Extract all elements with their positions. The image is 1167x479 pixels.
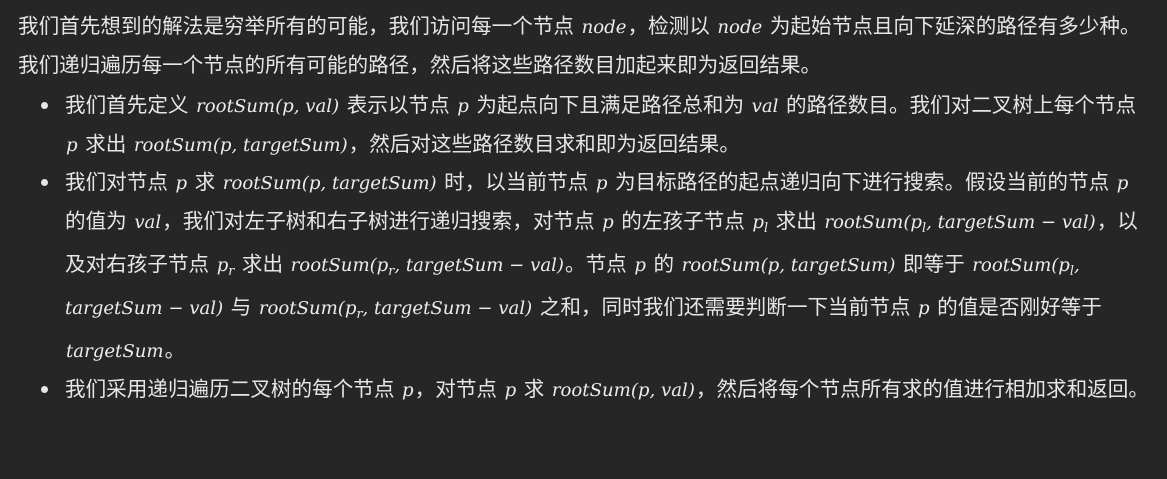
bullet-text: 之和，同时我们还需要判断一下当前节点 xyxy=(533,295,917,320)
math-expression: rootSum(p, targetSum) xyxy=(133,134,348,156)
math-part: , targetSum − val) xyxy=(362,298,533,320)
math-expression-right: rootSum(pr, targetSum − val) xyxy=(290,254,565,278)
bullet-text: 时，以当前节点 xyxy=(437,170,595,194)
math-part: , targetSum − val) xyxy=(926,211,1096,233)
bullet-item-recursive-search: 我们对节点 p 求 rootSum(p, targetSum) 时，以当前节点 … xyxy=(41,164,1149,371)
math-base: p xyxy=(752,211,765,233)
bullet-text: 我们首先定义 xyxy=(65,93,196,117)
bullet-text: 的路径数目。我们对二叉树上每个节点 xyxy=(779,93,1137,117)
math-part: rootSum(p xyxy=(824,211,922,233)
bullet-text: 求出 xyxy=(78,131,133,156)
math-subscript: l xyxy=(764,219,769,235)
math-variable: p xyxy=(504,379,517,401)
bullet-text: 即等于 xyxy=(896,251,972,276)
math-part: rootSum(p xyxy=(258,298,357,320)
bullet-text: ，然后将每个节点所有求的值进行相加求和返回。 xyxy=(695,376,1149,401)
bullet-text: 我们对节点 xyxy=(65,170,175,194)
math-variable-pl: pl xyxy=(751,211,769,235)
bullet-text: 。节点 xyxy=(565,251,634,276)
math-expression-right: rootSum(pr, targetSum − val) xyxy=(258,298,533,321)
math-expression: targetSum xyxy=(66,341,164,363)
math-variable: val xyxy=(134,211,162,233)
math-expression: rootSum(p, targetSum) xyxy=(222,173,437,194)
bullet-text: 为目标路径的起点递归向下进行搜索。假设当前的节点 xyxy=(608,170,1116,194)
math-part: rootSum(p xyxy=(972,254,1070,276)
bullet-dot-icon xyxy=(41,385,48,393)
bullet-text: 的值是否刚好等于 xyxy=(930,295,1102,320)
math-part: , targetSum − val) xyxy=(394,254,564,276)
bullet-text: 求 xyxy=(517,376,551,401)
bullet-text: ，我们对左子树和右子树进行递归搜索，对节点 xyxy=(162,208,602,233)
bullet-item-traverse-tree: 我们采用递归遍历二叉树的每个节点 p，对节点 p 求 rootSum(p, va… xyxy=(41,371,1149,410)
bullet-text: 我们采用递归遍历二叉树的每个节点 xyxy=(65,376,402,401)
math-expression-left: rootSum(pl, targetSum − val) xyxy=(823,211,1096,235)
intro-text: ，检测以 xyxy=(627,14,717,38)
math-variable: p xyxy=(595,173,608,194)
bullet-text: ，然后对这些路径数目求和即为返回结果。 xyxy=(348,131,740,156)
bullet-text: 的 xyxy=(646,251,681,276)
bullet-dot-icon xyxy=(41,179,48,186)
bullet-text: ，对节点 xyxy=(414,376,504,401)
math-variable: p xyxy=(634,254,646,276)
solution-explanation: 我们首先想到的解法是穷举所有的可能，我们访问每一个节点 node，检测以 nod… xyxy=(0,0,1167,479)
math-expression: rootSum(p, targetSum) xyxy=(681,254,896,276)
math-part: rootSum(p xyxy=(290,254,389,276)
bullet-text: 求 xyxy=(188,170,222,194)
bullet-text: 。 xyxy=(164,338,186,363)
math-base: p xyxy=(216,254,229,276)
math-expression: rootSum(p, val) xyxy=(551,379,695,401)
intro-text: 我们首先想到的解法是穷举所有的可能，我们访问每一个节点 xyxy=(18,14,581,38)
bullet-dot-icon xyxy=(41,102,48,109)
intro-paragraph: 我们首先想到的解法是穷举所有的可能，我们访问每一个节点 node，检测以 nod… xyxy=(18,8,1149,84)
math-node: node xyxy=(717,17,763,38)
bullet-text: 表示以节点 xyxy=(340,93,457,117)
bullet-text: 求出 xyxy=(769,208,824,233)
bullet-text: 求出 xyxy=(235,251,290,276)
math-node: node xyxy=(581,17,627,38)
math-subscript: r xyxy=(228,262,235,278)
math-variable: p xyxy=(402,379,414,401)
bullet-list: 我们首先定义 rootSum(p, val) 表示以节点 p 为起点向下且满足路… xyxy=(18,87,1149,409)
bullet-item-define-rootsum: 我们首先定义 rootSum(p, val) 表示以节点 p 为起点向下且满足路… xyxy=(41,87,1149,164)
math-variable: p xyxy=(457,96,469,117)
math-variable: p xyxy=(66,134,78,156)
math-variable: val xyxy=(751,96,779,117)
math-variable-pr: pr xyxy=(216,254,236,278)
bullet-text: 与 xyxy=(224,295,258,320)
bullet-text: 的左孩子节点 xyxy=(614,208,752,233)
bullet-text: 的值为 xyxy=(65,208,134,233)
math-expression: rootSum(p, val) xyxy=(196,96,340,117)
bullet-text: 为起点向下且满足路径总和为 xyxy=(469,93,751,117)
math-variable: p xyxy=(175,173,188,194)
math-variable: p xyxy=(917,298,930,320)
math-variable: p xyxy=(602,211,614,233)
math-variable: p xyxy=(1116,173,1129,194)
